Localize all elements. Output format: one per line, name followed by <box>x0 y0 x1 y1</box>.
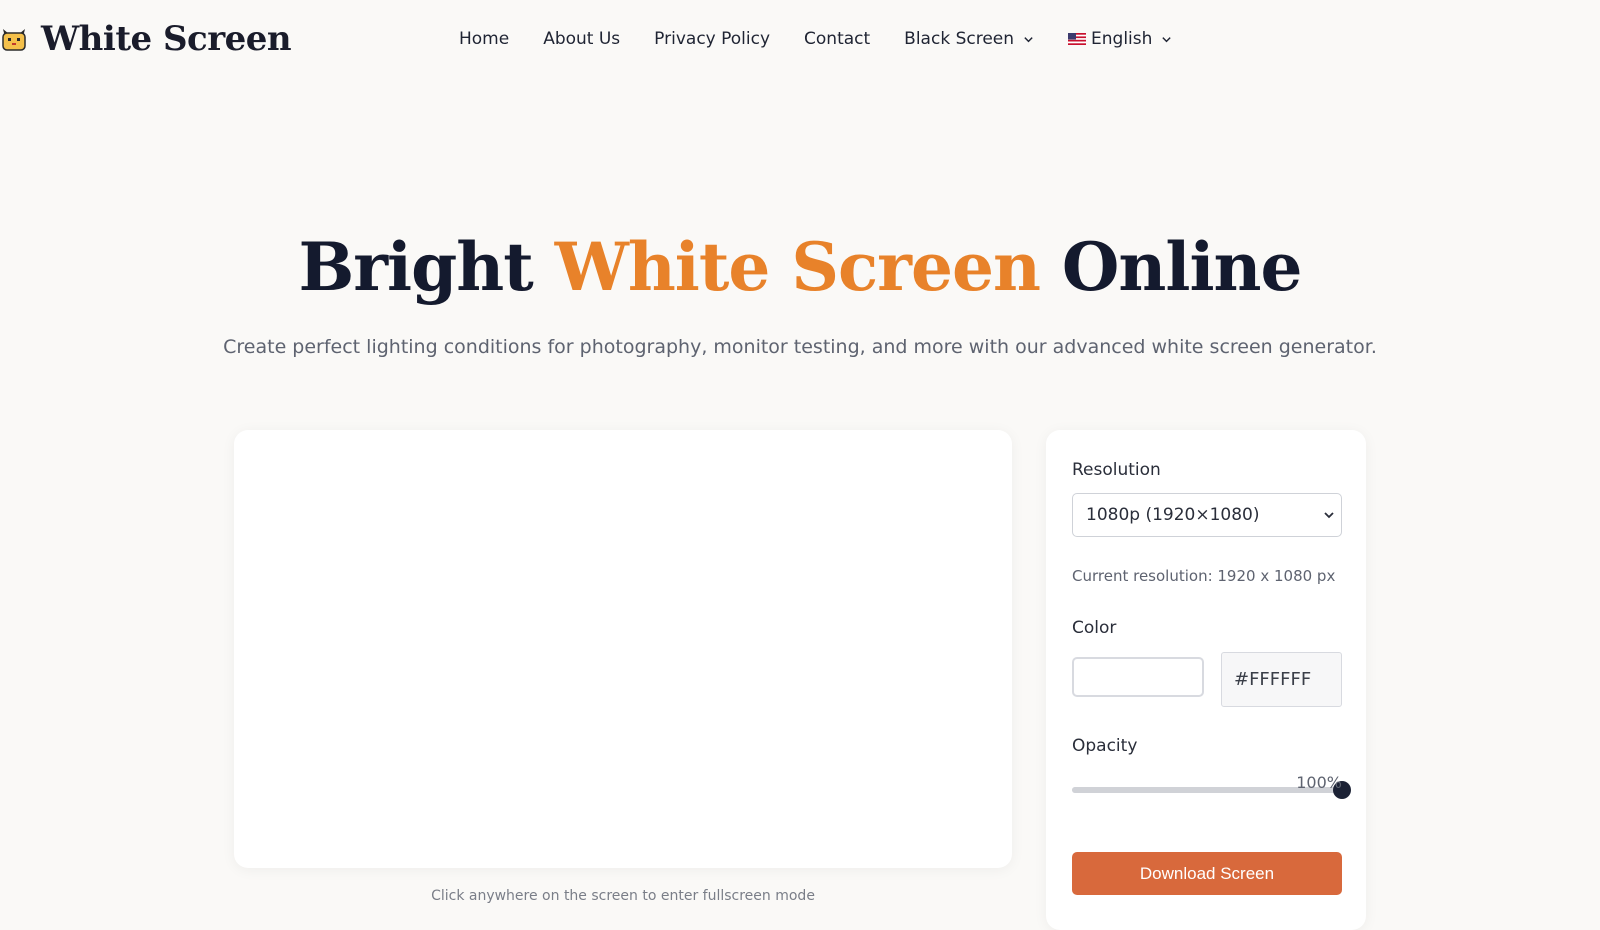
site-logo[interactable]: White Screen <box>0 14 292 64</box>
nav-black-screen-label: Black Screen <box>904 29 1015 49</box>
site-header: White Screen Home About Us Privacy Polic… <box>0 0 1600 78</box>
hex-color-value: #FFFFFF <box>1234 669 1312 690</box>
resolution-select[interactable]: 1080p (1920×1080) <box>1072 493 1342 537</box>
page-subtitle: Create perfect lighting conditions for p… <box>223 336 1377 358</box>
title-accent: White Screen <box>554 228 1041 306</box>
chevron-down-icon <box>1324 512 1334 519</box>
title-prefix: Bright <box>298 228 533 306</box>
page-title: Bright White Screen Online <box>0 228 1600 306</box>
language-selector[interactable]: English <box>1068 29 1172 49</box>
logo-text: White Screen <box>41 19 292 59</box>
nav-about-us[interactable]: About Us <box>543 29 620 49</box>
nav-contact[interactable]: Contact <box>804 29 870 49</box>
us-flag-icon <box>1068 33 1087 45</box>
opacity-label: Opacity <box>1072 736 1138 756</box>
cat-logo-icon <box>2 29 26 51</box>
chevron-down-icon <box>1024 36 1033 42</box>
color-label: Color <box>1072 618 1117 638</box>
main-nav: Home About Us Privacy Policy Contact Bla… <box>459 24 1206 54</box>
download-screen-button[interactable]: Download Screen <box>1072 852 1342 895</box>
color-picker[interactable] <box>1072 657 1204 697</box>
hex-color-input[interactable]: #FFFFFF <box>1221 652 1342 707</box>
language-label: English <box>1091 29 1153 49</box>
opacity-value: 100% <box>1296 773 1342 792</box>
chevron-down-icon <box>1162 36 1172 42</box>
resolution-label: Resolution <box>1072 460 1161 480</box>
nav-home[interactable]: Home <box>459 29 509 49</box>
settings-panel: Resolution 1080p (1920×1080) Current res… <box>1046 430 1366 930</box>
nav-privacy-policy[interactable]: Privacy Policy <box>654 29 770 49</box>
fullscreen-hint: Click anywhere on the screen to enter fu… <box>431 888 815 904</box>
current-resolution-info: Current resolution: 1920 x 1080 px <box>1072 567 1336 585</box>
white-screen-preview[interactable] <box>234 430 1012 868</box>
nav-black-screen-dropdown[interactable]: Black Screen <box>904 29 1034 49</box>
nav-home-label: Home <box>459 29 510 49</box>
nav-about-us-label: About Us <box>543 29 621 49</box>
nav-contact-label: Contact <box>804 29 871 49</box>
title-suffix: Online <box>1061 228 1303 306</box>
resolution-selected-value: 1080p (1920×1080) <box>1086 505 1260 525</box>
nav-privacy-policy-label: Privacy Policy <box>654 29 771 49</box>
download-screen-label: Download Screen <box>1139 863 1275 883</box>
